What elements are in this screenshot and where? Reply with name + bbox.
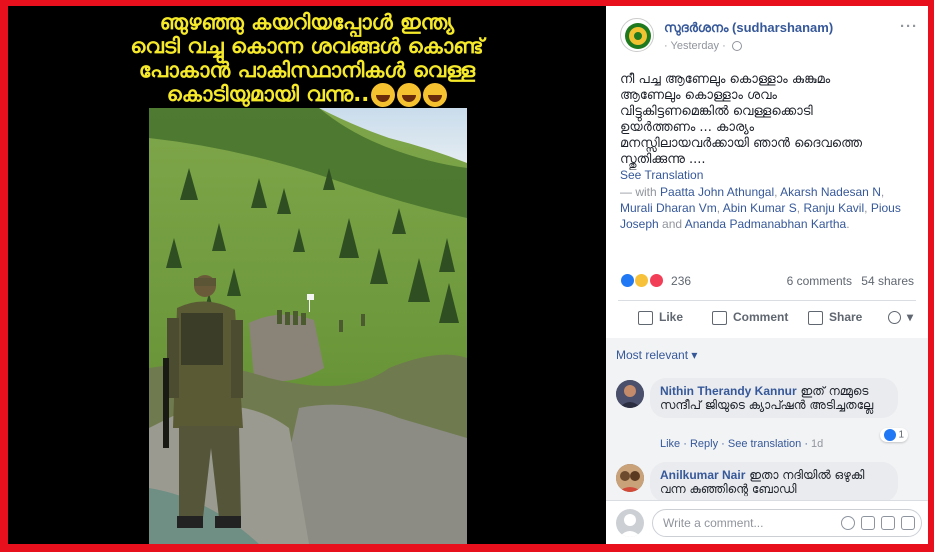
audience-selector[interactable]: ▾ — [888, 310, 913, 325]
post-image[interactable]: ഞുഴഞ്ഞു കയറിയപ്പോൾ ഇന്ത്യ വെടി വച്ചു കൊന… — [8, 6, 606, 544]
haha-reaction-icon — [634, 273, 650, 289]
caption-line-last: കൊടിയുമായി വന്നു.. — [8, 82, 606, 107]
post-text-line: വിട്ടുകിട്ടണമെങ്കിൽ വെള്ളക്കൊടി — [620, 104, 813, 119]
person-photo-icon — [616, 380, 644, 408]
like-button[interactable]: Like — [638, 310, 683, 325]
meme-caption: ഞുഴഞ്ഞു കയറിയപ്പോൾ ഇന്ത്യ വെടി വച്ചു കൊന… — [8, 10, 606, 107]
chakra-logo-icon — [625, 23, 651, 49]
comment-age[interactable]: 1d — [811, 438, 823, 450]
see-translation-link[interactable]: See Translation — [620, 168, 703, 182]
divider — [618, 300, 916, 301]
tagged-people: — with Paatta John Athungal, Akarsh Nade… — [620, 185, 901, 231]
post-text-line: നീ പച്ച ആണേലും കൊള്ളാം കുങ്കുമം — [620, 72, 831, 87]
comment-like-link[interactable]: Like — [660, 438, 680, 450]
grinning-emoji-icon — [423, 83, 448, 107]
comment-input[interactable]: Write a comment... — [652, 509, 922, 537]
time-label[interactable]: Yesterday — [671, 40, 720, 52]
post-text-line: ആണേലും കൊള്ളാം ശവം — [620, 88, 777, 103]
commenter-avatar[interactable] — [616, 464, 644, 492]
tagged-person-link[interactable]: Paatta John Athungal — [660, 185, 774, 199]
reaction-count: 236 — [671, 273, 692, 288]
sort-comments-dropdown[interactable]: Most relevant ▾ — [616, 348, 697, 362]
shares-count-link[interactable]: 54 shares — [861, 274, 914, 288]
share-arrow-icon — [808, 310, 823, 325]
thumbs-up-icon — [638, 310, 653, 325]
default-user-icon — [619, 514, 641, 537]
gif-icon[interactable] — [881, 515, 895, 530]
page-name-link[interactable]: സുദർശനം (sudharshanam) — [664, 20, 833, 36]
current-user-avatar — [616, 509, 644, 537]
tagged-person-link[interactable]: Akarsh Nadesan N — [780, 185, 881, 199]
comment-author-link[interactable]: Anilkumar Nair — [660, 468, 745, 482]
more-options-icon[interactable]: ··· — [900, 18, 918, 35]
red-frame: ഞുഴഞ്ഞു കയറിയപ്പോൾ ഇന്ത്യ വെടി വച്ചു കൊന… — [0, 0, 934, 552]
post-text-line: സ്തുതിക്കുന്നു .... — [620, 152, 706, 167]
comment-bubble: Nithin Therandy Kannur ഇത് നമ്മുടെ സന്ദീ… — [650, 378, 898, 418]
comment-author-link[interactable]: Nithin Therandy Kannur — [660, 384, 797, 398]
sticker-icon[interactable] — [901, 515, 915, 530]
post-header: സുദർശനം (sudharshanam) · Yesterday · ··· — [620, 18, 920, 58]
love-reaction-icon — [648, 273, 664, 289]
comment-like-count: 1 — [898, 429, 904, 441]
comment-item: Nithin Therandy Kannur ഇത് നമ്മുടെ സന്ദീ… — [614, 378, 920, 450]
comment-button[interactable]: Comment — [712, 310, 788, 325]
caption-line: കൊടിയുമായി വന്നു.. — [166, 82, 370, 106]
post-actions-bar: Like Comment Share ▾ — [618, 306, 916, 332]
comments-section: Most relevant ▾ Nithin Therandy Kannur ഇ… — [606, 338, 928, 544]
like-label: Like — [659, 310, 684, 324]
like-reaction-icon — [884, 429, 897, 441]
post-timestamp[interactable]: · Yesterday · — [664, 40, 742, 52]
comment-input-tools — [835, 515, 915, 530]
comment-like-badge[interactable]: 1 — [880, 428, 908, 442]
comment-meta: Like · Reply · See translation · 1d — [660, 438, 824, 450]
tagged-person-link[interactable]: Ranju Kavil — [803, 201, 864, 215]
with-prefix: — with — [620, 185, 657, 199]
comment-see-translation-link[interactable]: See translation — [728, 438, 801, 450]
comment-input-placeholder: Write a comment... — [663, 516, 764, 530]
share-button[interactable]: Share — [808, 310, 862, 325]
comment-reply-link[interactable]: Reply — [690, 438, 718, 450]
mountain-soldier-photo — [149, 108, 467, 544]
emoji-picker-icon[interactable] — [841, 515, 855, 530]
comments-count-link[interactable]: 6 comments — [787, 274, 852, 288]
page-avatar[interactable] — [620, 18, 654, 52]
landscape-illustration — [149, 108, 467, 544]
comment-bubble: Anilkumar Nair ഇതാ നദിയിൽ ഒഴുകി വന്ന കുഞ… — [650, 462, 898, 502]
tagged-person-link[interactable]: Abin Kumar S — [723, 201, 797, 215]
globe-icon — [731, 41, 742, 52]
person-photo-icon — [616, 464, 644, 492]
caption-line: വെടി വച്ചു കൊന്ന ശവങ്ങൾ കൊണ്ട് — [130, 34, 484, 58]
tagged-person-link[interactable]: Ananda Padmanabhan Kartha — [685, 217, 846, 231]
share-label: Share — [829, 310, 863, 324]
like-reaction-icon — [620, 273, 635, 289]
post-text: നീ പച്ച ആണേലും കൊള്ളാം കുങ്കുമം ആണേലും ക… — [620, 72, 916, 168]
rofl-emoji-icon — [397, 83, 422, 107]
laughing-emoji-icon — [371, 83, 396, 107]
post-text-line: ഉയർത്തണം ... കാര്യം — [620, 120, 755, 135]
caption-line: ഞുഴഞ്ഞു കയറിയപ്പോൾ ഇന്ത്യ — [159, 10, 455, 34]
profile-icon — [888, 311, 901, 325]
comment-label: Comment — [733, 310, 789, 324]
tagged-person-link[interactable]: Murali Dharan Vm — [620, 201, 717, 215]
caption-line: പോകാൻ പാകിസ്ഥാനികൾ വെള്ള — [138, 58, 476, 82]
camera-icon[interactable] — [861, 515, 875, 530]
comment-bubble-icon — [712, 310, 727, 325]
post-text-line: മനസ്സിലായവർക്കായി ഞാൻ ദൈവത്തെ — [620, 136, 862, 151]
facebook-post-panel: സുദർശനം (sudharshanam) · Yesterday · ···… — [606, 6, 928, 544]
post-stats: 6 comments 54 shares — [781, 274, 914, 288]
commenter-avatar[interactable] — [616, 380, 644, 408]
write-comment-bar: Write a comment... — [606, 500, 928, 544]
